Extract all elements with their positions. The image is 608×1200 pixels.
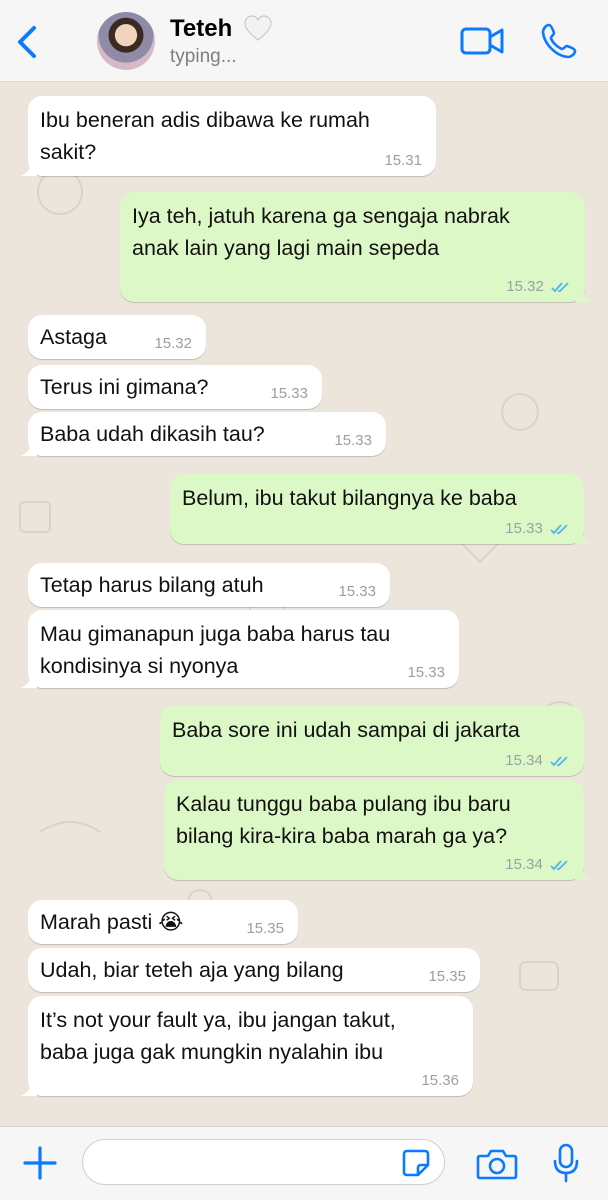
message-list[interactable]: Ibu beneran adis dibawa ke rumah sakit? … — [0, 82, 608, 1126]
message-time: 15.33 — [407, 664, 445, 681]
message-text: Kalau tunggu baba pulang ibu baru bilang… — [176, 792, 511, 848]
message-time-read: 15.34 — [505, 856, 570, 874]
message-time: 15.31 — [384, 152, 422, 169]
message-text: Baba sore ini udah sampai di jakarta — [172, 718, 520, 742]
message-bubble-outgoing[interactable]: Belum, ibu takut bilangnya ke baba 15.33 — [170, 474, 591, 544]
message-composer — [0, 1126, 608, 1200]
message-time: 15.33 — [338, 583, 376, 600]
message-text: Baba udah dikasih tau? — [40, 422, 265, 446]
message-input[interactable] — [82, 1139, 445, 1185]
message-bubble-incoming[interactable]: Marah pasti 😭 15.35 — [28, 900, 298, 944]
message-time: 15.32 — [506, 278, 544, 295]
bubble-tail — [21, 160, 37, 176]
message-bubble-incoming[interactable]: Tetap harus bilang atuh 15.33 — [28, 563, 390, 607]
contact-title[interactable]: Teteh typing... — [170, 14, 273, 68]
message-time: 15.32 — [154, 335, 192, 352]
message-text: It’s not your fault ya, ibu jangan takut… — [40, 1008, 396, 1064]
message-text: Tetap harus bilang atuh — [40, 573, 264, 597]
message-time-read: 15.32 — [506, 278, 571, 296]
message-bubble-incoming[interactable]: Baba udah dikasih tau? 15.33 — [21, 412, 386, 456]
message-time: 15.34 — [505, 752, 543, 769]
message-time: 15.35 — [246, 920, 284, 937]
message-time: 15.35 — [428, 968, 466, 985]
video-call-icon[interactable] — [459, 24, 505, 58]
message-time-read: 15.33 — [505, 520, 570, 538]
bubble-tail — [576, 286, 592, 302]
message-bubble-outgoing[interactable]: Baba sore ini udah sampai di jakarta 15.… — [160, 706, 584, 776]
message-text: Ibu beneran adis dibawa ke rumah sakit? — [40, 108, 370, 164]
message-time: 15.36 — [421, 1072, 459, 1089]
message-text: Iya teh, jatuh karena ga sengaja nabrak … — [132, 204, 510, 260]
bubble-tail — [21, 1080, 37, 1096]
contact-name: Teteh — [170, 15, 233, 42]
message-text: Udah, biar teteh aja yang bilang — [40, 958, 344, 982]
message-bubble-outgoing[interactable]: Kalau tunggu baba pulang ibu baru bilang… — [164, 780, 591, 880]
plus-icon[interactable] — [22, 1145, 58, 1181]
message-bubble-incoming[interactable]: Udah, biar teteh aja yang bilang 15.35 — [28, 948, 480, 992]
chevron-left-icon[interactable] — [8, 22, 48, 62]
bubble-tail — [575, 864, 591, 880]
message-text: Belum, ibu takut bilangnya ke baba — [182, 486, 517, 510]
bubble-tail — [21, 440, 37, 456]
double-check-read-icon — [550, 756, 568, 767]
message-time: 15.33 — [334, 432, 372, 449]
message-time: 15.34 — [505, 856, 543, 873]
message-time: 15.33 — [270, 385, 308, 402]
sticker-icon[interactable] — [401, 1148, 431, 1178]
message-bubble-outgoing[interactable]: Iya teh, jatuh karena ga sengaja nabrak … — [120, 192, 592, 302]
bubble-tail — [575, 528, 591, 544]
message-bubble-incoming[interactable]: Terus ini gimana? 15.33 — [28, 365, 322, 409]
white-heart-icon — [244, 15, 272, 41]
bubble-tail — [21, 672, 37, 688]
microphone-icon[interactable] — [552, 1143, 580, 1183]
message-bubble-incoming[interactable]: Mau gimanapun juga baba harus tau kondis… — [21, 610, 459, 688]
double-check-read-icon — [550, 524, 568, 535]
phone-call-icon[interactable] — [540, 22, 578, 60]
message-bubble-incoming[interactable]: Astaga 15.32 — [28, 315, 206, 359]
chat-header: Teteh typing... — [0, 0, 608, 82]
message-bubble-incoming[interactable]: It’s not your fault ya, ibu jangan takut… — [21, 996, 473, 1096]
message-text: Mau gimanapun juga baba harus tau kondis… — [40, 622, 391, 678]
double-check-read-icon — [551, 282, 569, 293]
message-time: 15.33 — [505, 520, 543, 537]
double-check-read-icon — [550, 860, 568, 871]
message-bubble-incoming[interactable]: Ibu beneran adis dibawa ke rumah sakit? … — [21, 96, 436, 176]
message-time-read: 15.34 — [505, 752, 570, 770]
camera-icon[interactable] — [476, 1147, 518, 1181]
avatar[interactable] — [97, 12, 155, 70]
typing-status: typing... — [170, 46, 237, 67]
